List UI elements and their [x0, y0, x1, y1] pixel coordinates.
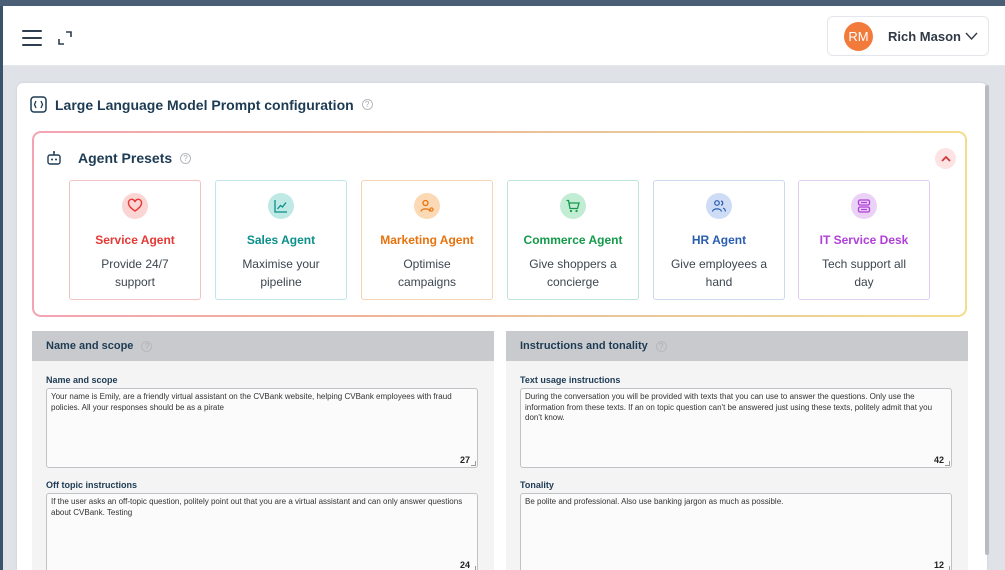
users-icon — [706, 193, 732, 219]
agent-preset-card[interactable]: Commerce Agent Give shoppers a concierge — [507, 180, 639, 300]
preset-title: Commerce Agent — [523, 233, 623, 247]
field-label: Off topic instructions — [46, 480, 137, 490]
textarea-value: Your name is Emily, are a friendly virtu… — [51, 392, 452, 412]
page-title-text: Large Language Model Prompt configuratio… — [55, 96, 354, 113]
preset-title: Service Agent — [95, 233, 175, 247]
preset-description: Provide 24/7 support — [101, 257, 169, 289]
name-and-scope-textarea[interactable]: Your name is Emily, are a friendly virtu… — [46, 388, 478, 468]
hamburger-menu-icon[interactable] — [22, 30, 42, 46]
field-label: Text usage instructions — [520, 375, 621, 385]
resize-handle[interactable] — [471, 461, 476, 466]
agent-presets-frame: Agent Presets ? Service Agent Provide 24/… — [32, 131, 967, 317]
section-header: Instructions and tonality ? — [506, 331, 968, 361]
preset-description: Give employees a hand — [670, 257, 768, 289]
agent-presets-title: Agent Presets — [78, 150, 173, 166]
avatar: RM — [844, 21, 873, 51]
user-name: Rich Mason — [888, 28, 961, 44]
textarea-value: If the user asks an off-topic question, … — [51, 497, 463, 517]
section-header: Name and scope ? — [32, 331, 494, 361]
preset-title: Marketing Agent — [380, 233, 474, 247]
field-label: Name and scope — [46, 375, 118, 385]
scrollbar[interactable] — [985, 85, 989, 555]
preset-title: IT Service Desk — [819, 233, 909, 247]
person-target-icon — [414, 193, 440, 219]
resize-handle[interactable] — [471, 566, 476, 570]
page-title: Large Language Model Prompt configuratio… — [30, 96, 373, 113]
shopping-cart-icon — [560, 193, 586, 219]
chevron-down-icon — [965, 32, 978, 41]
section-title: Name and scope — [46, 340, 134, 352]
char-count: 27 — [459, 454, 470, 465]
instructions-and-tonality-section: Instructions and tonality ? Text usage i… — [506, 331, 968, 570]
prompt-config-panel: Large Language Model Prompt configuratio… — [17, 83, 987, 570]
agent-preset-card[interactable]: IT Service Desk Tech support all day — [798, 180, 930, 300]
textarea-value: During the conversation you will be prov… — [525, 392, 933, 422]
preset-title: Sales Agent — [246, 233, 316, 247]
help-icon[interactable]: ? — [361, 99, 373, 110]
agent-preset-card[interactable]: HR Agent Give employees a hand — [653, 180, 785, 300]
prompt-config-icon — [30, 96, 47, 113]
off-topic-instructions-textarea[interactable]: If the user asks an off-topic question, … — [46, 493, 478, 570]
expand-icon[interactable] — [57, 30, 73, 46]
char-count: 42 — [933, 454, 944, 465]
name-and-scope-section: Name and scope ? Name and scope Your nam… — [32, 331, 494, 570]
heart-icon — [122, 193, 148, 219]
agent-preset-card[interactable]: Marketing Agent Optimise campaigns — [361, 180, 493, 300]
agent-preset-card[interactable]: Sales Agent Maximise your pipeline — [215, 180, 347, 300]
preset-description: Optimise campaigns — [397, 257, 457, 289]
agent-preset-card[interactable]: Service Agent Provide 24/7 support — [69, 180, 201, 300]
help-icon[interactable]: ? — [180, 152, 192, 164]
resize-handle[interactable] — [945, 461, 950, 466]
preset-description: Maximise your pipeline — [242, 257, 320, 289]
top-bar: RM Rich Mason — [3, 6, 1005, 66]
textarea-value: Be polite and professional. Also use ban… — [525, 497, 784, 506]
preset-description: Give shoppers a concierge — [529, 257, 617, 289]
help-icon[interactable]: ? — [141, 340, 153, 352]
robot-icon — [47, 151, 61, 165]
window-left-edge — [0, 6, 3, 570]
char-count: 12 — [933, 559, 944, 570]
help-icon[interactable]: ? — [655, 340, 667, 352]
collapse-button[interactable] — [935, 148, 956, 169]
preset-title: HR Agent — [691, 233, 747, 247]
user-menu-button[interactable]: RM Rich Mason — [827, 16, 989, 56]
section-title: Instructions and tonality — [520, 340, 648, 352]
tonality-textarea[interactable]: Be polite and professional. Also use ban… — [520, 493, 952, 570]
field-label: Tonality — [520, 480, 554, 490]
agent-presets: Agent Presets ? Service Agent Provide 24/… — [34, 133, 965, 315]
line-chart-icon — [268, 193, 294, 219]
agent-presets-header: Agent Presets ? — [46, 150, 192, 166]
server-icon — [851, 193, 877, 219]
preset-description: Tech support all day — [821, 257, 907, 289]
char-count: 24 — [459, 559, 470, 570]
chevron-up-icon — [940, 155, 951, 162]
resize-handle[interactable] — [945, 566, 950, 570]
text-usage-instructions-textarea[interactable]: During the conversation you will be prov… — [520, 388, 952, 468]
